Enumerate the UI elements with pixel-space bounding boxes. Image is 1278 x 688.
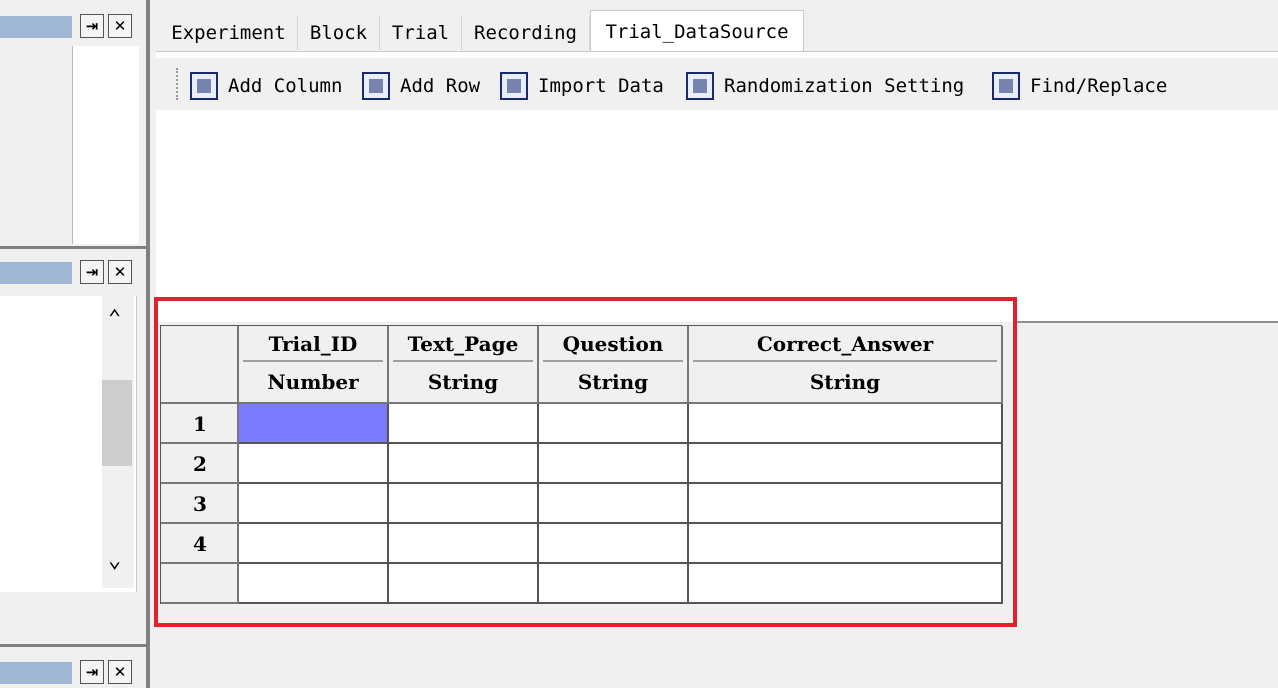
panel-1-titlebar[interactable]	[0, 16, 72, 38]
tab-experiment[interactable]: Experiment	[160, 16, 298, 50]
add-row-label: Add Row	[400, 75, 481, 97]
add-row-button[interactable]: Add Row	[362, 68, 480, 104]
panel-2-list[interactable]: ⌃ ⌄	[0, 296, 137, 592]
tab-trial[interactable]: Trial	[380, 16, 462, 50]
panel-1-divider[interactable]	[0, 246, 148, 249]
shuffle-icon	[686, 72, 714, 100]
panel-2-divider[interactable]	[0, 644, 148, 647]
close-icon[interactable]: ✕	[108, 14, 132, 38]
import-data-label: Import Data	[538, 75, 664, 97]
panel-1-body	[0, 46, 139, 244]
close-icon[interactable]: ✕	[108, 660, 132, 684]
content-divider[interactable]	[1016, 321, 1278, 323]
pin-icon[interactable]: ⇥	[80, 660, 104, 684]
tab-strip: Experiment Block Trial Recording Trial_D…	[160, 0, 1278, 52]
panel-2-titlebar[interactable]	[0, 262, 72, 284]
import-data-button[interactable]: Import Data	[500, 68, 664, 104]
tab-block[interactable]: Block	[298, 16, 380, 50]
panel-3-header: ⇥ ✕	[0, 656, 140, 688]
chevron-down-icon[interactable]: ⌄	[108, 548, 121, 573]
pin-icon[interactable]: ⇥	[80, 260, 104, 284]
tab-recording[interactable]: Recording	[462, 16, 590, 50]
randomization-setting-label: Randomization Setting	[724, 75, 965, 97]
panel-2-header: ⇥ ✕	[0, 256, 140, 288]
binoculars-icon	[992, 72, 1020, 100]
panel-3-titlebar[interactable]	[0, 662, 72, 684]
import-data-icon	[500, 72, 528, 100]
randomization-setting-button[interactable]: Randomization Setting	[686, 68, 964, 104]
toolbar-grip	[176, 68, 181, 100]
highlight-annotation-box	[154, 297, 1017, 627]
panel-1-header: ⇥ ✕	[0, 10, 140, 42]
tab-trial-datasource[interactable]: Trial_DataSource	[590, 10, 804, 52]
add-row-icon	[362, 72, 390, 100]
pin-icon[interactable]: ⇥	[80, 14, 104, 38]
left-splitter[interactable]	[146, 0, 150, 688]
panel-1-list[interactable]	[72, 46, 139, 244]
chevron-up-icon[interactable]: ⌃	[108, 306, 121, 331]
find-replace-label: Find/Replace	[1030, 75, 1168, 97]
vertical-scrollbar[interactable]: ⌃ ⌄	[102, 296, 134, 588]
scrollbar-thumb[interactable]	[102, 380, 132, 466]
left-dock: ⇥ ✕ ⇥ ✕ ⌃ ⌄ ⇥ ✕	[0, 0, 148, 688]
add-column-icon	[190, 72, 218, 100]
add-column-label: Add Column	[228, 75, 343, 97]
add-column-button[interactable]: Add Column	[190, 68, 342, 104]
find-replace-button[interactable]: Find/Replace	[992, 68, 1167, 104]
close-icon[interactable]: ✕	[108, 260, 132, 284]
